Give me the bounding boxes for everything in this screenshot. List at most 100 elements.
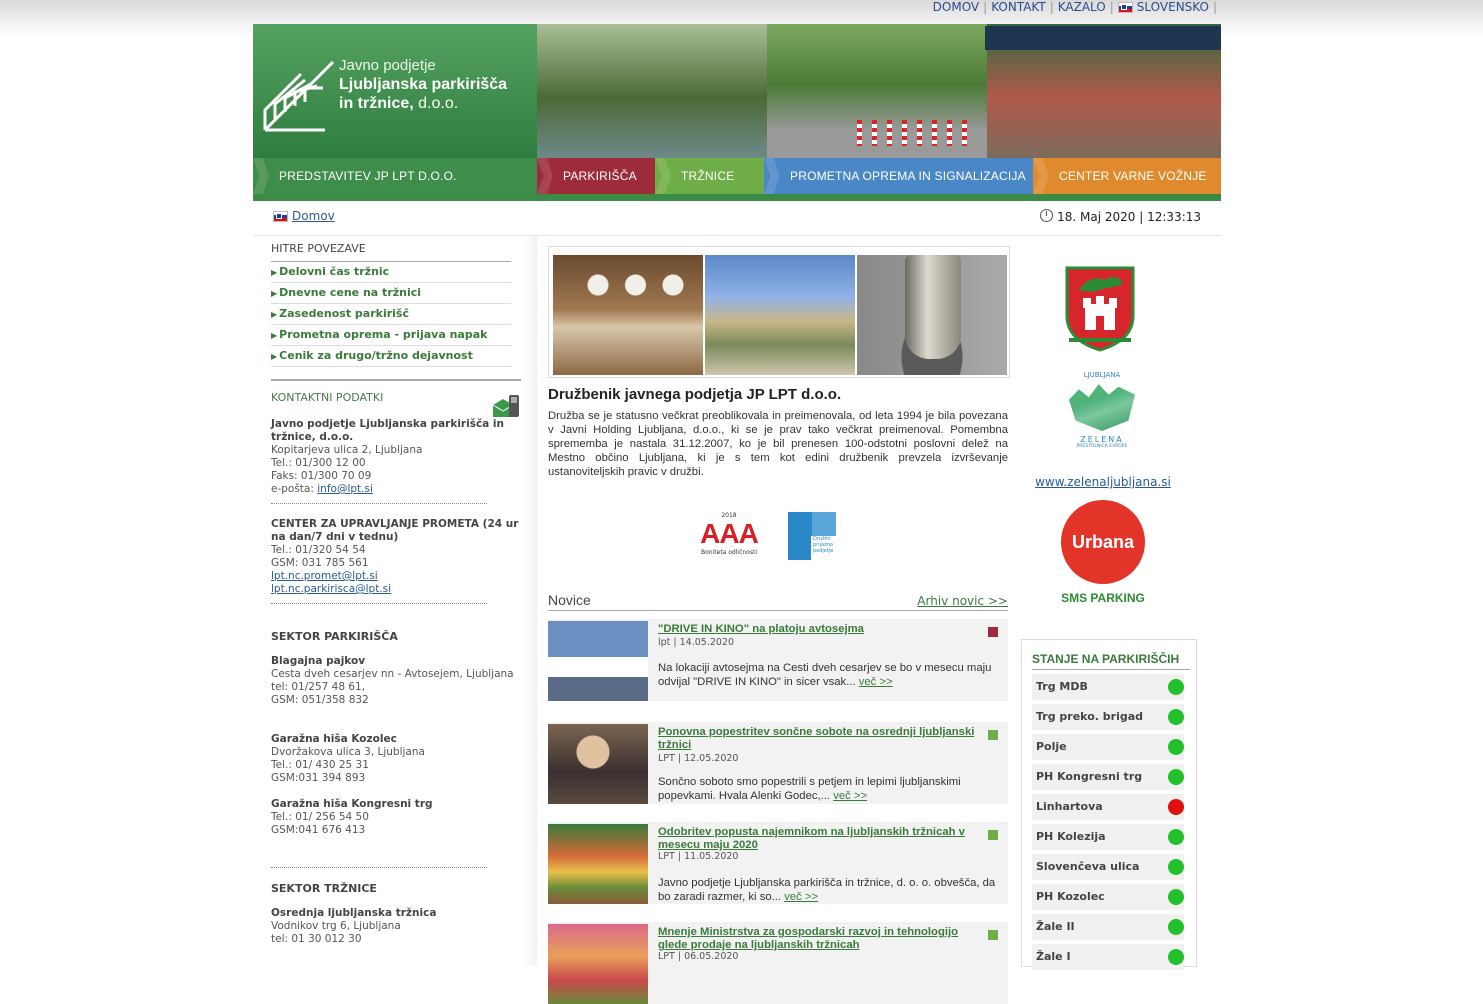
contact-company-block: Javno podjetje Ljubljanska parkirišča in… (271, 418, 504, 495)
site-logo[interactable]: Javno podjetje Ljubljanska parkirišča in… (253, 24, 537, 158)
ljubljana-coat-of-arms-icon[interactable] (1065, 266, 1135, 352)
header-dark-strip (985, 26, 1221, 50)
news-desc: Javno podjetje Ljubljanska parkirišča in… (658, 877, 996, 903)
page-wrapper: DOMOV | KONTAKT | KAZALO | SLOVENSKO | Javno po… (253, 0, 1221, 1004)
status-dot-icon (1168, 859, 1184, 875)
top-link-kazalo[interactable]: KAZALO (1058, 0, 1106, 14)
parking-name: Žale II (1036, 920, 1075, 933)
article-body: Družba se je statusno večkrat preoblikov… (548, 410, 1008, 478)
parking-row[interactable]: Polje (1032, 734, 1184, 760)
parking-row[interactable]: Žale II (1032, 914, 1184, 940)
news-category-marker (988, 627, 998, 637)
parking-row[interactable]: Linhartova (1032, 794, 1184, 820)
news-meta: LPT | 06.05.2020 (658, 951, 739, 962)
quick-link[interactable]: Cenik za drugo/tržno dejavnost (279, 349, 473, 362)
quick-link[interactable]: Prometna oprema - prijava napak (279, 328, 487, 341)
breadcrumb-home-link[interactable]: Domov (292, 209, 335, 223)
parking-name: Trg preko. brigad (1036, 710, 1144, 723)
news-archive-link[interactable]: Arhiv novic >> (917, 594, 1008, 608)
header: Javno podjetje Ljubljanska parkirišča in… (253, 24, 1221, 158)
news-item-title[interactable]: Odobritev popusta najemnikom na ljubljan… (658, 826, 978, 852)
parking-status-panel: STANJE NA PARKIRIŠČIH Trg MDB Trg preko. … (1021, 639, 1197, 970)
news-item-title[interactable]: "DRIVE IN KINO" na platoju avtosejma (658, 623, 978, 636)
parking-row[interactable]: Trg preko. brigad (1032, 704, 1184, 730)
status-dot-icon (1168, 769, 1184, 785)
news-item: Mnenje Ministrstva za gospodarski razvoj… (548, 922, 1008, 1004)
urbana-logo[interactable]: Urbana (1061, 500, 1145, 584)
header-photo (537, 24, 1221, 158)
gallery-image-city[interactable] (705, 255, 855, 375)
parking-row[interactable]: Slovenčeva ulica (1032, 854, 1184, 880)
parking-row[interactable]: PH Kongresni trg (1032, 764, 1184, 790)
status-dot-icon (1168, 829, 1184, 845)
parking-row[interactable]: PH Kozolec (1032, 884, 1184, 910)
contact-info: KONTAKTNI PODATKI Javno podjetje Ljublja… (271, 379, 521, 946)
parking-cashier-block: Blagajna pajkov Cesta dveh cesarjev nn -… (271, 655, 514, 706)
image-gallery (548, 246, 1010, 378)
news-thumbnail[interactable] (548, 621, 648, 701)
news-thumbnail[interactable] (548, 824, 648, 904)
parking-row[interactable]: Žale I (1032, 944, 1184, 970)
quick-links: HITRE POVEZAVE ▶ Delovni čas tržnic ▶ Dnev… (271, 242, 511, 367)
right-column: LJUBLJANA ZELENA PRESTOLNICA EVROPE www.… (1019, 236, 1221, 970)
list-item: ▶ Zasedenost parkirišč (271, 304, 511, 325)
nav-item-prometna-oprema[interactable]: PROMETNA OPREMA IN SIGNALIZACIJA (764, 158, 1033, 194)
top-link-kontakt[interactable]: KONTAKT (991, 0, 1046, 14)
top-link-domov[interactable]: DOMOV (933, 0, 979, 14)
aaa-rating-badge: 2018 AAA Boniteta odličnosti (700, 512, 759, 556)
quick-link[interactable]: Dnevne cene na tržnici (279, 286, 421, 299)
news-thumbnail[interactable] (548, 724, 648, 804)
news-item-title[interactable]: Ponovna popestritev sončne sobote na osr… (658, 726, 978, 752)
logo-text-line2: Ljubljanska parkirišča (339, 76, 508, 93)
garage-kongresni-block: Garažna hiša Kongresni trg Tel.: 01/ 256… (271, 798, 433, 836)
phone-mail-icon (492, 395, 519, 417)
list-item: ▶ Delovni čas tržnic (271, 262, 511, 283)
list-item: ▶ Prometna oprema - prijava napak (271, 325, 511, 346)
top-link-language[interactable]: SLOVENSKO (1137, 0, 1209, 14)
quick-link[interactable]: Zasedenost parkirišč (279, 307, 409, 320)
quick-link[interactable]: Delovni čas tržnic (279, 265, 389, 278)
awards: 2018 AAA Boniteta odličnosti Družini pri… (698, 506, 878, 566)
parking-name: PH Kolezija (1036, 830, 1106, 843)
news-item: Ponovna popestritev sončne sobote na osr… (548, 722, 1008, 804)
news-thumbnail[interactable] (548, 924, 648, 1004)
parking-row[interactable]: PH Kolezija (1032, 824, 1184, 850)
nav-item-predstavitev[interactable]: PREDSTAVITEV JP LPT D.O.O. (253, 158, 537, 194)
sms-parking-label[interactable]: SMS PARKING (1019, 591, 1187, 605)
logo-text-line1: Javno podjetje (339, 57, 436, 74)
news-desc: Na lokaciji avtosejma na Cesti dveh cesa… (658, 662, 992, 688)
breadcrumb: Domov 18. Maj 2020 | 12:33:13 (253, 201, 1221, 236)
news-item: "DRIVE IN KINO" na platoju avtosejma lpt… (548, 619, 1008, 701)
read-more-link[interactable]: več >> (833, 790, 867, 802)
contact-traffic-center-block: CENTER ZA UPRAVLJANJE PROMETA (24 ur na … (271, 518, 519, 595)
email-link[interactable]: lpt.nc.promet@lpt.si (271, 570, 378, 582)
list-item: ▶ Cenik za drugo/tržno dejavnost (271, 346, 511, 367)
contact-title: KONTAKTNI PODATKI (271, 391, 384, 404)
news-item-title[interactable]: Mnenje Ministrstva za gospodarski razvoj… (658, 926, 978, 952)
nav-item-parkirisca[interactable]: PARKIRIŠČA (537, 158, 655, 194)
parking-name: Slovenčeva ulica (1036, 860, 1140, 873)
arrow-right-icon: ▶ (271, 289, 278, 298)
green-capital-link[interactable]: www.zelenaljubljana.si (1019, 475, 1187, 489)
email-link[interactable]: info@lpt.si (317, 483, 373, 495)
gallery-image-market[interactable] (553, 255, 703, 375)
read-more-link[interactable]: več >> (859, 676, 893, 688)
email-link[interactable]: lpt.nc.parkirisca@lpt.si (271, 583, 391, 595)
left-column: HITRE POVEZAVE ▶ Delovni čas tržnic ▶ Dnev… (253, 236, 537, 965)
parking-name: Linhartova (1036, 800, 1103, 813)
slovenia-flag-icon (1117, 2, 1133, 13)
article-title: Družbenik javnega podjetja JP LPT d.o.o. (548, 386, 842, 403)
logo-mark-icon (263, 60, 335, 132)
nav-item-center-varne-voznje[interactable]: CENTER VARNE VOŽNJE (1033, 158, 1221, 194)
green-capital-logo[interactable]: LJUBLJANA ZELENA PRESTOLNICA EVROPE (1069, 371, 1135, 471)
main-nav: PREDSTAVITEV JP LPT D.O.O. PARKIRIŠČA TR… (253, 158, 1221, 194)
news-meta: LPT | 12.05.2020 (658, 753, 739, 764)
gallery-image-bollard[interactable] (857, 255, 1007, 375)
nav-item-trznice[interactable]: TRŽNICE (655, 158, 764, 194)
status-dot-icon (1168, 949, 1184, 965)
arrow-right-icon: ▶ (271, 310, 278, 319)
parking-row[interactable]: Trg MDB (1032, 674, 1184, 700)
news-title: Novice (548, 592, 591, 608)
news-category-marker (988, 730, 998, 740)
read-more-link[interactable]: več >> (784, 891, 818, 903)
